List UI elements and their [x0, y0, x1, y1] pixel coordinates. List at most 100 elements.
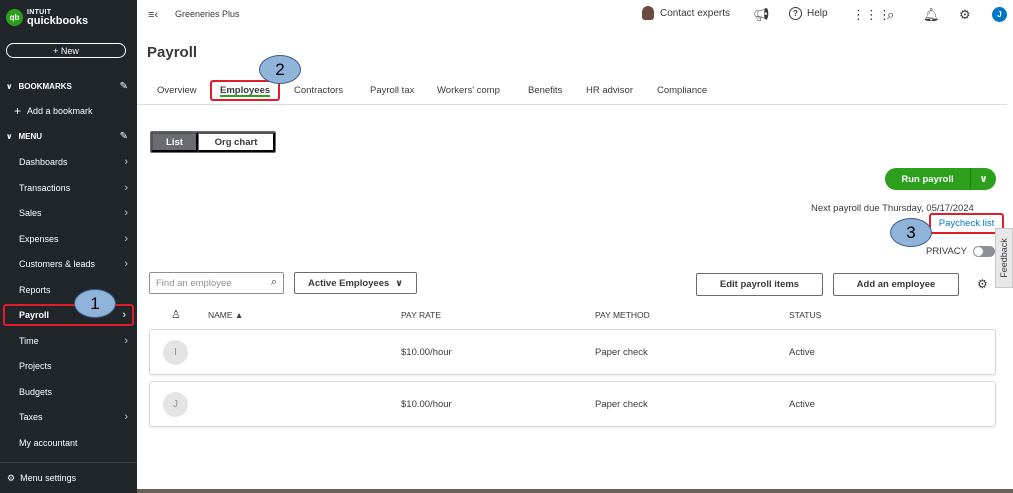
person-icon: ♙	[171, 309, 181, 321]
chevron-right-icon: ›	[124, 181, 128, 194]
quickbooks-logo-icon: qb	[6, 8, 23, 26]
table-settings-gear-icon[interactable]: ⚙	[977, 277, 988, 291]
chevron-down-icon: ∨	[395, 277, 404, 289]
search-icon[interactable]: ⌕	[887, 7, 894, 23]
search-input[interactable]	[156, 277, 261, 289]
sidebar-item-my-accountant[interactable]: My accountant	[3, 432, 134, 454]
feedback-tab[interactable]: Feedback	[995, 228, 1013, 288]
privacy-label: PRIVACY	[926, 246, 968, 257]
sidebar-item-transactions[interactable]: Transactions ›	[3, 177, 134, 199]
menu-toggle-icon[interactable]: ≡‹	[148, 9, 158, 21]
sidebar-item-label: Payroll	[19, 310, 50, 320]
sidebar-item-customers-leads[interactable]: Customers & leads ›	[3, 253, 134, 275]
list-view-button[interactable]: List	[151, 132, 198, 152]
chevron-down-icon: ∨	[6, 131, 13, 141]
status-cell: Active	[789, 347, 815, 358]
sidebar-item-expenses[interactable]: Expenses ›	[3, 228, 134, 250]
chevron-down-icon[interactable]: ∨	[970, 168, 996, 190]
chevron-right-icon: ›	[124, 258, 128, 270]
help-button[interactable]: ? Help	[789, 7, 828, 20]
help-label: Help	[807, 8, 828, 19]
pencil-icon[interactable]: ✎	[120, 131, 128, 142]
table-row[interactable]: J $10.00/hour Paper check Active	[149, 381, 996, 427]
company-name: Greeneries Plus	[175, 9, 240, 19]
tab-workers-comp[interactable]: Workers' comp	[437, 85, 500, 96]
paycheck-list-link[interactable]: Paycheck list	[929, 213, 1004, 234]
bell-icon[interactable]: 🔔︎	[923, 7, 940, 23]
plus-icon: +	[14, 104, 22, 118]
sidebar-item-label: Budgets	[19, 386, 53, 397]
tab-benefits[interactable]: Benefits	[528, 85, 562, 96]
apps-grid-icon[interactable]: ⋮⋮⋮	[852, 7, 891, 23]
chevron-right-icon: ›	[124, 411, 128, 423]
quickbooks-logo[interactable]: qb INTUIT quickbooks	[6, 8, 89, 27]
gear-icon[interactable]: ⚙	[959, 7, 971, 23]
table-row[interactable]: I $10.00/hour Paper check Active	[149, 329, 996, 375]
column-header-name[interactable]: NAME ▲	[208, 310, 243, 320]
sidebar-item-projects[interactable]: Projects	[3, 355, 134, 377]
bookmarks-header[interactable]: ∨ BOOKMARKS ✎	[6, 78, 130, 94]
sidebar-item-label: Taxes	[19, 412, 43, 422]
menu-label: MENU	[18, 131, 43, 141]
sidebar-item-taxes[interactable]: Taxes ›	[3, 406, 134, 428]
chevron-right-icon: ›	[124, 207, 128, 219]
sidebar-item-budgets[interactable]: Budgets	[3, 381, 134, 403]
sidebar: qb INTUIT quickbooks + New ∨ BOOKMARKS ✎…	[0, 0, 137, 493]
megaphone-icon[interactable]: 📢︎	[753, 7, 770, 23]
sidebar-item-label: Time	[19, 335, 39, 346]
menu-settings-button[interactable]: ⚙ Menu settings	[0, 462, 137, 493]
sidebar-item-sales[interactable]: Sales ›	[3, 202, 134, 224]
sidebar-item-dashboards[interactable]: Dashboards ›	[3, 151, 134, 173]
tab-compliance[interactable]: Compliance	[657, 85, 707, 96]
contact-experts-label: Contact experts	[660, 7, 731, 19]
add-bookmark-link[interactable]: + Add a bookmark	[14, 104, 93, 118]
org-chart-button[interactable]: Org chart	[198, 132, 275, 152]
bottom-edge	[137, 489, 1013, 493]
logo-quickbooks-text: quickbooks	[27, 15, 89, 27]
column-header-pay-method: PAY METHOD	[595, 310, 650, 320]
column-header-status: STATUS	[789, 310, 822, 320]
add-employee-button[interactable]: Add an employee	[833, 273, 959, 296]
view-toggle: List Org chart	[150, 131, 276, 153]
employee-avatar: J	[163, 392, 188, 417]
chevron-right-icon: ›	[124, 156, 128, 168]
help-icon: ?	[789, 7, 802, 20]
tab-contractors[interactable]: Contractors	[294, 85, 343, 96]
sidebar-item-label: Sales	[19, 208, 42, 218]
sidebar-item-time[interactable]: Time ›	[3, 330, 134, 352]
privacy-toggle[interactable]: PRIVACY	[926, 246, 996, 257]
sidebar-item-label: Reports	[19, 284, 51, 295]
employee-status-dropdown[interactable]: Active Employees ∨	[294, 272, 417, 294]
privacy-switch[interactable]	[973, 246, 996, 257]
sidebar-item-label: Customers & leads	[19, 259, 96, 269]
employee-search: ⌕	[149, 272, 284, 294]
pay-method-cell: Paper check	[595, 347, 648, 358]
run-payroll-button[interactable]: Run payroll ∨	[885, 168, 996, 190]
tab-overview[interactable]: Overview	[157, 85, 197, 96]
gear-icon: ⚙	[7, 472, 16, 483]
pay-rate-cell: $10.00/hour	[401, 347, 452, 358]
chevron-right-icon: ›	[122, 309, 126, 321]
chevron-right-icon: ›	[124, 334, 128, 347]
annotation-marker-1: 1	[74, 289, 116, 318]
contact-experts-button[interactable]: Contact experts	[642, 6, 730, 20]
run-payroll-label: Run payroll	[901, 173, 954, 185]
tab-hr-advisor[interactable]: HR advisor	[586, 85, 633, 96]
page-title: Payroll	[147, 44, 198, 61]
status-cell: Active	[789, 399, 815, 410]
pencil-icon[interactable]: ✎	[120, 81, 128, 92]
tab-payroll-tax[interactable]: Payroll tax	[370, 85, 414, 96]
pay-method-cell: Paper check	[595, 399, 648, 410]
search-icon[interactable]: ⌕	[271, 276, 277, 289]
edit-payroll-items-button[interactable]: Edit payroll items	[696, 273, 823, 296]
menu-header[interactable]: ∨ MENU ✎	[6, 128, 130, 144]
employee-avatar: I	[163, 340, 188, 365]
chevron-down-icon: ∨	[6, 81, 13, 91]
sidebar-item-label: Dashboards	[19, 157, 68, 167]
user-avatar[interactable]: J	[992, 7, 1007, 22]
payroll-tabs: Overview Employees Contractors Payroll t…	[137, 78, 1007, 105]
sidebar-item-label: Expenses	[19, 233, 59, 244]
chevron-right-icon: ›	[124, 232, 128, 245]
new-button[interactable]: + New	[6, 43, 126, 58]
tab-employees[interactable]: Employees	[210, 80, 281, 101]
